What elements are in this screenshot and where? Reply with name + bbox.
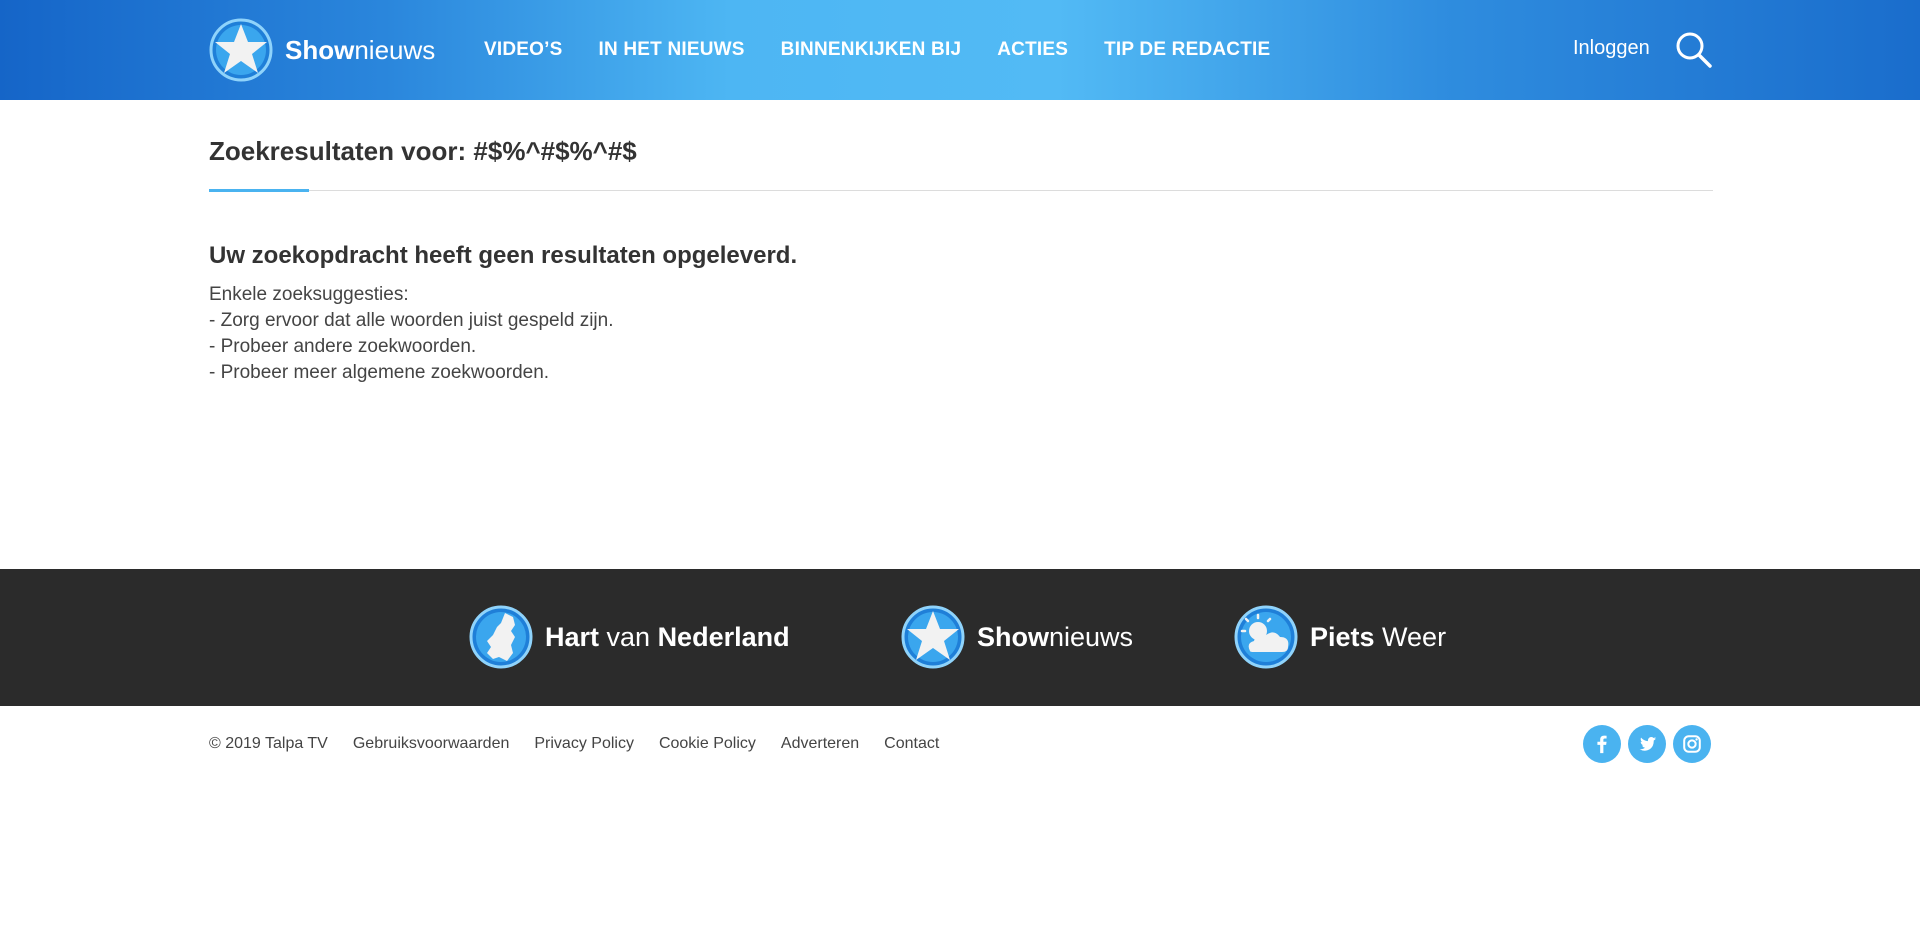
title-divider <box>209 190 1713 191</box>
footer-link-gebruiksvoorwaarden[interactable]: Gebruiksvoorwaarden <box>353 735 510 753</box>
suggestions-intro: Enkele zoeksuggesties: <box>209 284 409 305</box>
brand-text: Hart van Nederland <box>545 621 790 652</box>
instagram-button[interactable] <box>1673 725 1711 763</box>
footer-link-adverteren[interactable]: Adverteren <box>781 735 859 753</box>
nav-acties[interactable]: ACTIES <box>997 39 1068 61</box>
nav-in-het-nieuws[interactable]: IN HET NIEUWS <box>598 39 744 61</box>
brand-shownieuws[interactable]: Shownieuws <box>901 605 1133 669</box>
footer-link-cookie-policy[interactable]: Cookie Policy <box>659 735 756 753</box>
sun-cloud-icon <box>1234 605 1298 669</box>
twitter-icon <box>1639 736 1657 751</box>
logo-text: Shownieuws <box>285 34 436 65</box>
suggestion-item: - Probeer meer algemene zoekwoorden. <box>209 362 550 383</box>
footer-link-privacy-policy[interactable]: Privacy Policy <box>534 735 634 753</box>
brand-piets-weer[interactable]: Piets Weer <box>1234 605 1446 669</box>
search-suggestions: Enkele zoeksuggesties: - Zorg ervoor dat… <box>209 282 613 386</box>
netherlands-map-icon <box>469 605 533 669</box>
main-nav: VIDEO’S IN HET NIEUWS BINNENKIJKEN BIJ A… <box>484 0 1306 100</box>
suggestion-item: - Zorg ervoor dat alle woorden juist ges… <box>209 310 614 331</box>
star-logo-icon <box>209 18 273 82</box>
copyright: © 2019 Talpa TV <box>209 735 328 752</box>
instagram-icon <box>1683 735 1701 753</box>
site-header: Shownieuws VIDEO’S IN HET NIEUWS BINNENK… <box>0 0 1920 100</box>
brand-text: Shownieuws <box>977 621 1134 652</box>
nav-videos[interactable]: VIDEO’S <box>484 39 562 61</box>
brand-hart-van-nederland[interactable]: Hart van Nederland <box>469 605 790 669</box>
results-prefix: Zoekresultaten voor: <box>209 136 474 166</box>
shownieuws-logo[interactable]: Shownieuws <box>209 18 435 82</box>
footer-link-contact[interactable]: Contact <box>884 735 939 753</box>
star-icon <box>901 605 965 669</box>
facebook-button[interactable] <box>1583 725 1621 763</box>
search-button[interactable] <box>1675 31 1713 69</box>
search-results-title: Zoekresultaten voor: #$%^#$%^#$ <box>209 136 637 167</box>
nav-binnenkijken-bij[interactable]: BINNENKIJKEN BIJ <box>781 39 962 61</box>
footer-links: © 2019 Talpa TV Gebruiksvoorwaarden Priv… <box>209 735 964 753</box>
brand-text: Piets Weer <box>1310 621 1447 652</box>
nav-tip-de-redactie[interactable]: TIP DE REDACTIE <box>1104 39 1270 61</box>
facebook-icon <box>1597 735 1607 754</box>
suggestion-item: - Probeer andere zoekwoorden. <box>209 336 477 357</box>
login-link[interactable]: Inloggen <box>1573 37 1650 60</box>
title-divider-accent <box>209 189 309 192</box>
footer-brands: Hart van Nederland Shownieuws Piets Weer <box>0 569 1920 706</box>
search-icon <box>1676 32 1712 68</box>
no-results-heading: Uw zoekopdracht heeft geen resultaten op… <box>209 242 798 269</box>
search-query: #$%^#$%^#$ <box>473 136 637 166</box>
twitter-button[interactable] <box>1628 725 1666 763</box>
